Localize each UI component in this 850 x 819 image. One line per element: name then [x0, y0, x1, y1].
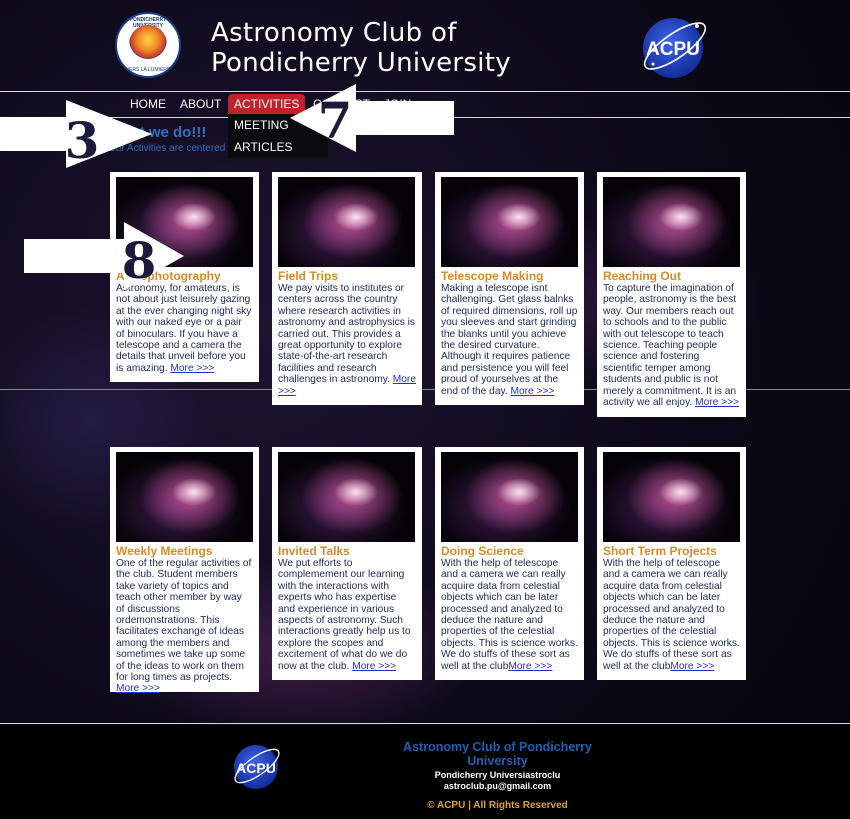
card-title: Telescope Making: [441, 269, 544, 283]
card-text: Astronomy, for amateurs, is not about ju…: [116, 283, 253, 374]
card-text: We pay visits to institutes or centers a…: [278, 283, 416, 397]
card-description: Astronomy, for amateurs, is not about ju…: [116, 283, 252, 374]
activity-card: Doing Science With the help of telescope…: [435, 447, 584, 680]
footer-address: Pondicherry Universiastroclu: [434, 770, 561, 780]
activity-card: Short Term Projects With the help of tel…: [597, 447, 746, 680]
card-description: With the help of telescope and a camera …: [603, 558, 740, 672]
site-title-line2: Pondicherry University: [211, 48, 511, 78]
university-logo[interactable]: PONDICHERRY UNIVERSITY VERS LA LUMIERE: [115, 12, 181, 78]
card-title: Weekly Meetings: [116, 544, 213, 558]
more-link[interactable]: More >>>: [116, 683, 160, 694]
card-description: With the help of telescope and a camera …: [441, 558, 578, 672]
site-title: Astronomy Club of Pondicherry University: [211, 18, 511, 78]
card-text: To capture the imagination of people, as…: [603, 283, 740, 408]
card-description: We put efforts to complemement our learn…: [278, 558, 411, 672]
nebula-image: [441, 452, 578, 542]
activity-card: Field Trips We pay visits to institutes …: [272, 172, 422, 405]
nebula-image: [116, 452, 253, 542]
card-text: With the help of telescope and a camera …: [441, 558, 578, 672]
more-link[interactable]: More >>>: [511, 386, 555, 397]
card-title: Invited Talks: [278, 544, 350, 558]
nebula-image: [603, 452, 740, 542]
more-link[interactable]: More >>>: [670, 661, 714, 672]
annotation-label-7: 7: [318, 91, 353, 150]
annotation-arrow-3: 3: [0, 100, 152, 168]
nebula-image: [603, 177, 740, 267]
site-header: PONDICHERRY UNIVERSITY VERS LA LUMIERE A…: [0, 0, 850, 90]
acpu-logo-text: ACPU: [646, 39, 700, 60]
more-link[interactable]: More >>>: [695, 397, 739, 408]
nebula-image: [441, 177, 578, 267]
footer-email[interactable]: astroclub.pu@gmail.com: [390, 781, 605, 791]
card-text: Making a telescope isnt challenging. Get…: [441, 283, 578, 397]
card-title: Field Trips: [278, 269, 339, 283]
card-description: One of the regular activities of the clu…: [116, 558, 252, 684]
annotation-label-3: 3: [65, 111, 100, 168]
more-link[interactable]: More >>>: [170, 363, 214, 374]
card-description: Making a telescope isnt challenging. Get…: [441, 283, 578, 397]
site-title-line1: Astronomy Club of: [211, 18, 457, 48]
university-logo-motto: VERS LA LUMIERE: [125, 67, 171, 73]
nebula-image: [278, 452, 415, 542]
card-title: Short Term Projects: [603, 544, 717, 558]
more-link[interactable]: More >>>: [508, 661, 552, 672]
footer-acpu-logo[interactable]: ACPU: [230, 740, 282, 790]
activity-card: Telescope Making Making a telescope isnt…: [435, 172, 584, 405]
nebula-image: [278, 177, 415, 267]
card-text: With the help of telescope and a camera …: [603, 558, 740, 672]
card-title: Doing Science: [441, 544, 524, 558]
university-emblem-icon: [129, 25, 167, 63]
activity-card: Invited Talks We put efforts to compleme…: [272, 447, 422, 680]
annotation-arrow-8: 8: [24, 222, 184, 290]
card-text: One of the regular activities of the clu…: [116, 558, 253, 695]
acpu-logo[interactable]: ACPU: [637, 12, 709, 78]
activity-card: Weekly Meetings One of the regular activ…: [110, 447, 259, 695]
card-description: We pay visits to institutes or centers a…: [278, 283, 416, 386]
annotation-arrow-7: 7: [290, 84, 454, 152]
annotation-label-8: 8: [122, 231, 157, 290]
card-text: We put efforts to complemement our learn…: [278, 558, 416, 672]
nav-about[interactable]: ABOUT: [174, 94, 227, 114]
footer-title: Astronomy Club of Pondicherry University: [403, 740, 592, 768]
more-link[interactable]: More >>>: [352, 661, 396, 672]
footer-copyright: © ACPU | All Rights Reserved: [427, 800, 568, 811]
footer-rule: [0, 723, 850, 724]
activity-card: Reaching Out To capture the imagination …: [597, 172, 746, 417]
footer-logo-text: ACPU: [236, 760, 276, 776]
card-title: Reaching Out: [603, 269, 682, 283]
card-description: To capture the imagination of people, as…: [603, 283, 737, 409]
